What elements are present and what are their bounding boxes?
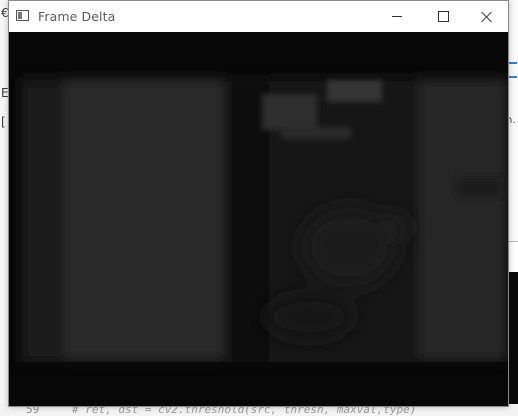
frame-delta-image (9, 32, 508, 406)
close-icon (481, 11, 493, 23)
frame-delta-visual (9, 32, 508, 406)
minimize-icon (392, 16, 402, 17)
maximize-icon (437, 11, 449, 22)
window-app-icon (16, 10, 29, 21)
window-title: Frame Delta (38, 9, 116, 24)
minimize-button[interactable] (374, 1, 420, 32)
close-button[interactable] (464, 1, 510, 32)
background-right-strip: n. (506, 0, 518, 416)
background-left-char: [ (1, 115, 6, 129)
maximize-button[interactable] (420, 1, 466, 32)
title-bar[interactable]: Frame Delta (9, 1, 508, 32)
background-dark-panel (508, 272, 518, 407)
frame-delta-window: Frame Delta (8, 0, 509, 407)
